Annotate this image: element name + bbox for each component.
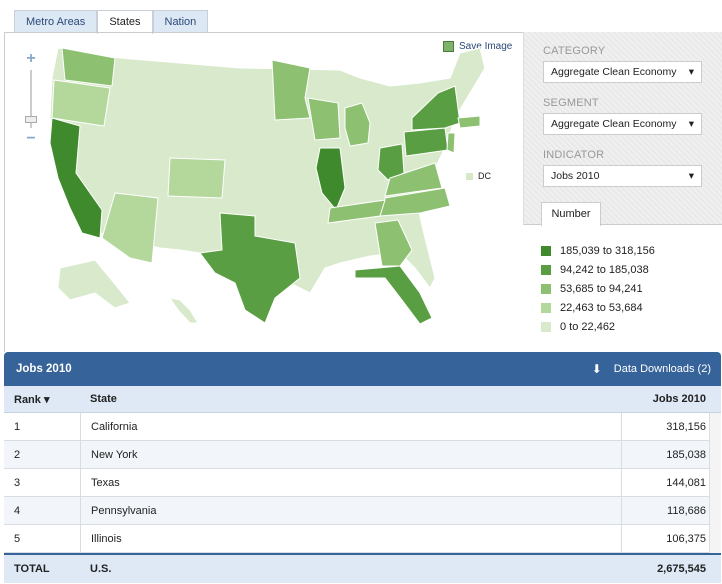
legend-swatch [541, 303, 551, 314]
state-cell: Pennsylvania [80, 497, 621, 524]
filter-panel: CATEGORY Aggregate Clean Economy ▾ SEGMEN… [523, 32, 722, 225]
jobs-cell: 144,081 [621, 469, 721, 496]
state-hawaii[interactable] [168, 297, 199, 324]
jobs-cell: 106,375 [621, 525, 721, 552]
table-row[interactable]: 2 New York 185,038 [4, 441, 721, 469]
state-cell: Texas [80, 469, 621, 496]
legend-item: 53,685 to 94,241 [541, 279, 655, 298]
rank-cell: 4 [14, 504, 21, 517]
legend-item: 0 to 22,462 [541, 318, 655, 337]
dropdown-arrow-icon: ▾ [688, 170, 694, 182]
legend-label: 185,039 to 318,156 [560, 244, 655, 257]
dc-label: DC [478, 171, 491, 181]
total-region: U.S. [90, 563, 112, 575]
jobs-cell: 185,038 [621, 441, 721, 468]
legend-label: 22,463 to 53,684 [560, 302, 643, 315]
dropdown-arrow-icon: ▾ [688, 66, 694, 78]
rank-cell: 3 [14, 476, 21, 489]
jobs-cell: 118,686 [621, 497, 721, 524]
data-downloads-label: Data Downloads (2) [613, 363, 711, 375]
category-value: Aggregate Clean Economy [551, 66, 677, 78]
state-cell: Illinois [80, 525, 621, 552]
state-cell: California [80, 413, 621, 440]
state-new-jersey[interactable] [446, 132, 456, 154]
indicator-label: INDICATOR [543, 149, 605, 161]
zoom-slider[interactable] [25, 70, 37, 128]
state-massachusetts[interactable] [457, 115, 481, 129]
rank-cell: 2 [14, 448, 21, 461]
column-jobs-2010[interactable]: Jobs 2010 [621, 393, 721, 405]
map-legend: 185,039 to 318,156 94,242 to 185,038 53,… [541, 241, 655, 337]
category-select[interactable]: Aggregate Clean Economy ▾ [543, 61, 702, 83]
segment-label: SEGMENT [543, 97, 599, 109]
segment-select[interactable]: Aggregate Clean Economy ▾ [543, 113, 702, 135]
state-minnesota[interactable] [271, 59, 311, 121]
us-choropleth-map [49, 47, 486, 325]
table-body: 1 California 318,156 2 New York 185,038 3 Tex… [4, 413, 721, 555]
indicator-select[interactable]: Jobs 2010 ▾ [543, 165, 702, 187]
tab-metro-areas[interactable]: Metro Areas [14, 10, 98, 33]
legend-item: 94,242 to 185,038 [541, 260, 655, 279]
zoom-in-button[interactable]: + [24, 51, 38, 67]
table-title: Jobs 2010 [16, 363, 72, 375]
table-column-headers: Rank ▾ State Jobs 2010 [4, 386, 721, 413]
tab-states[interactable]: States [97, 10, 153, 34]
table-row[interactable]: 4 Pennsylvania 118,686 [4, 497, 721, 525]
legend-swatch [541, 264, 551, 275]
legend-swatch [541, 283, 551, 294]
table-row[interactable]: 1 California 318,156 [4, 413, 721, 441]
tab-nation[interactable]: Nation [152, 10, 209, 33]
zoom-slider-handle[interactable] [25, 116, 37, 123]
legend-label: 53,685 to 94,241 [560, 282, 643, 295]
table-header-bar: Jobs 2010 ⬇ Data Downloads (2) [4, 352, 721, 386]
state-alaska[interactable] [57, 259, 131, 309]
legend-item: 22,463 to 53,684 [541, 299, 655, 318]
zoom-control: + − [24, 51, 38, 147]
segment-value: Aggregate Clean Economy [551, 118, 677, 130]
table-row[interactable]: 5 Illinois 106,375 [4, 525, 721, 553]
indicator-value: Jobs 2010 [551, 170, 600, 182]
download-icon: ⬇ [591, 362, 602, 376]
rank-cell: 1 [14, 420, 21, 433]
table-scrollbar[interactable] [709, 413, 721, 553]
legend-label: 0 to 22,462 [560, 321, 616, 334]
total-row: TOTAL U.S. 2,675,545 [4, 555, 721, 583]
jobs-cell: 318,156 [621, 413, 721, 440]
column-rank[interactable]: Rank ▾ [4, 393, 80, 406]
dc-swatch [466, 172, 473, 180]
view-tabs: Metro Areas States Nation [14, 10, 209, 34]
state-oregon[interactable] [51, 79, 111, 127]
total-label: TOTAL [14, 563, 50, 575]
table-row[interactable]: 3 Texas 144,081 [4, 469, 721, 497]
state-cell: New York [80, 441, 621, 468]
legend-item: 185,039 to 318,156 [541, 241, 655, 260]
state-washington[interactable] [61, 47, 116, 87]
category-label: CATEGORY [543, 45, 606, 57]
dc-marker[interactable]: DC [466, 171, 491, 181]
total-value: 2,675,545 [657, 563, 706, 575]
state-colorado[interactable] [167, 157, 226, 199]
legend-swatch [541, 245, 551, 256]
legend-swatch [541, 322, 551, 333]
number-tab[interactable]: Number [541, 202, 601, 226]
dropdown-arrow-icon: ▾ [688, 118, 694, 130]
column-state[interactable]: State [80, 393, 621, 405]
rank-cell: 5 [14, 532, 21, 545]
legend-label: 94,242 to 185,038 [560, 263, 649, 276]
data-table: Jobs 2010 ⬇ Data Downloads (2) Rank ▾ Sta… [4, 352, 721, 583]
zoom-out-button[interactable]: − [24, 131, 38, 147]
data-downloads-button[interactable]: ⬇ Data Downloads (2) [592, 362, 711, 376]
